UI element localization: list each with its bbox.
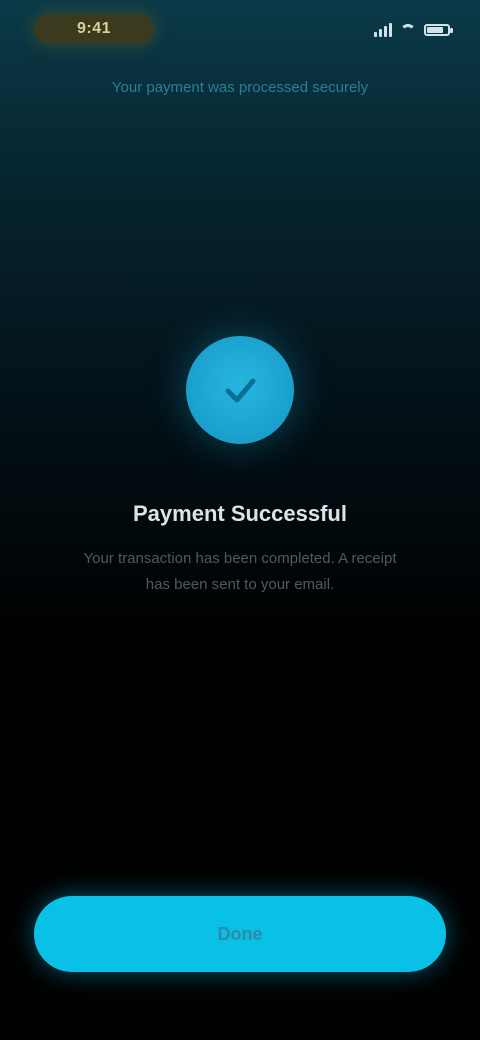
signal-icon: [374, 23, 392, 37]
checkmark-icon: [225, 378, 256, 403]
status-time-pill: 9:41: [34, 14, 154, 44]
status-indicators: [374, 20, 453, 40]
battery-icon: [424, 24, 453, 36]
payment-success-screen: 9:41 Your payment was processed securely…: [0, 0, 480, 1040]
status-bar: 9:41: [0, 0, 480, 60]
done-button-label: Done: [217, 923, 263, 944]
success-badge: [186, 336, 294, 444]
battery-level: [427, 27, 443, 33]
success-description: Your transaction has been completed. A r…: [83, 550, 397, 593]
top-banner-text: Your payment was processed securely: [111, 78, 369, 96]
done-button[interactable]: Done: [34, 896, 446, 972]
status-time: 9:41: [76, 20, 112, 37]
wifi-icon: [400, 24, 416, 36]
success-title: Payment Successful: [133, 501, 347, 526]
